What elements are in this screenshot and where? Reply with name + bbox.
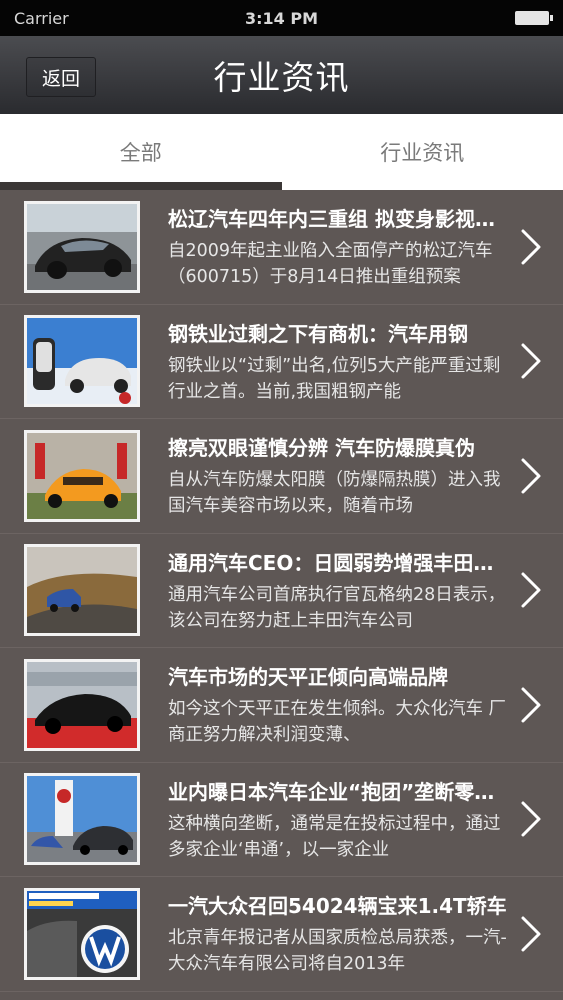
article-list: 松辽汽车四年内三重组 拟变身影视公司 自2009年起主业陷入全面停产的松辽汽车（… [0, 190, 563, 992]
article-title: 汽车市场的天平正倾向高端品牌 [168, 665, 448, 690]
chevron-right-icon [521, 687, 541, 723]
list-item[interactable]: 通用汽车CEO：日圆弱势增强丰田竞争力 通用汽车公司首席执行官瓦格纳28日表示，… [0, 534, 563, 648]
article-thumbnail [24, 773, 140, 866]
article-summary: 这种横向垄断，通常是在投标过程中，通过多家企业‘串通’，以一家企业 [168, 813, 501, 860]
article-title: 钢铁业过剩之下有商机：汽车用钢 [168, 321, 468, 346]
list-item[interactable]: 汽车市场的天平正倾向高端品牌 如今这个天平正在发生倾斜。大众化汽车 厂商正努力解… [0, 648, 563, 763]
chevron-right-icon [521, 229, 541, 265]
chevron-right-icon [521, 343, 541, 379]
list-item[interactable]: 一汽大众召回54024辆宝来1.4T轿车 北京青年报记者从国家质检总局获悉，一汽… [0, 877, 563, 992]
article-summary: 自从汽车防爆太阳膜（防爆隔热膜）进入我国汽车美容市场以来，随着市场 [168, 470, 501, 517]
article-title: 通用汽车CEO：日圆弱势增强丰田竞争力 [168, 550, 510, 575]
article-summary: 如今这个天平正在发生倾斜。大众化汽车 厂商正努力解决利润变薄、 [168, 699, 507, 746]
list-item[interactable]: 松辽汽车四年内三重组 拟变身影视公司 自2009年起主业陷入全面停产的松辽汽车（… [0, 190, 563, 305]
article-title: 一汽大众召回54024辆宝来1.4T轿车 [168, 894, 507, 919]
article-title: 业内曝日本汽车企业“抱团”垄断零部件 [168, 779, 510, 804]
chevron-right-icon [521, 801, 541, 837]
article-thumbnail [24, 544, 140, 637]
list-item[interactable]: 业内曝日本汽车企业“抱团”垄断零部件 这种横向垄断，通常是在投标过程中，通过多家… [0, 763, 563, 877]
article-summary: 通用汽车公司首席执行官瓦格纳28日表示，该公司在努力赶上丰田汽车公司 [168, 584, 506, 631]
article-summary: 自2009年起主业陷入全面停产的松辽汽车（600715）于8月14日推出重组预案 [168, 241, 493, 288]
chevron-right-icon [521, 458, 541, 494]
chevron-right-icon [521, 916, 541, 952]
navigation-bar: 返回 行业资讯 [0, 36, 563, 114]
article-title: 擦亮双眼谨慎分辨 汽车防爆膜真伪 [168, 436, 475, 461]
article-thumbnail [24, 429, 140, 522]
back-button[interactable]: 返回 [26, 57, 96, 97]
article-thumbnail [24, 200, 140, 293]
carrier-label: Carrier [14, 8, 69, 28]
article-summary: 北京青年报记者从国家质检总局获悉，一汽-大众汽车有限公司将自2013年 [168, 928, 507, 975]
active-tab-indicator [0, 182, 282, 190]
article-thumbnail [24, 658, 140, 751]
tab-industry-news[interactable]: 行业资讯 [282, 114, 563, 190]
chevron-right-icon [521, 572, 541, 608]
tab-all[interactable]: 全部 [0, 114, 282, 190]
article-thumbnail [24, 887, 140, 980]
article-title: 松辽汽车四年内三重组 拟变身影视公司 [168, 207, 510, 232]
clock: 3:14 PM [244, 8, 319, 28]
article-summary: 钢铁业以“过剩”出名,位列5大产能严重过剩行业之首。当前,我国粗钢产能 [168, 355, 501, 402]
page-title: 行业资讯 [213, 58, 350, 97]
list-item[interactable]: 擦亮双眼谨慎分辨 汽车防爆膜真伪 自从汽车防爆太阳膜（防爆隔热膜）进入我国汽车美… [0, 419, 563, 534]
tab-bar: 全部 行业资讯 [0, 114, 563, 190]
status-bar: Carrier 3:14 PM [0, 0, 563, 36]
battery-icon [515, 11, 553, 25]
article-thumbnail [24, 315, 140, 408]
list-item[interactable]: 钢铁业过剩之下有商机：汽车用钢 钢铁业以“过剩”出名,位列5大产能严重过剩行业之… [0, 305, 563, 419]
